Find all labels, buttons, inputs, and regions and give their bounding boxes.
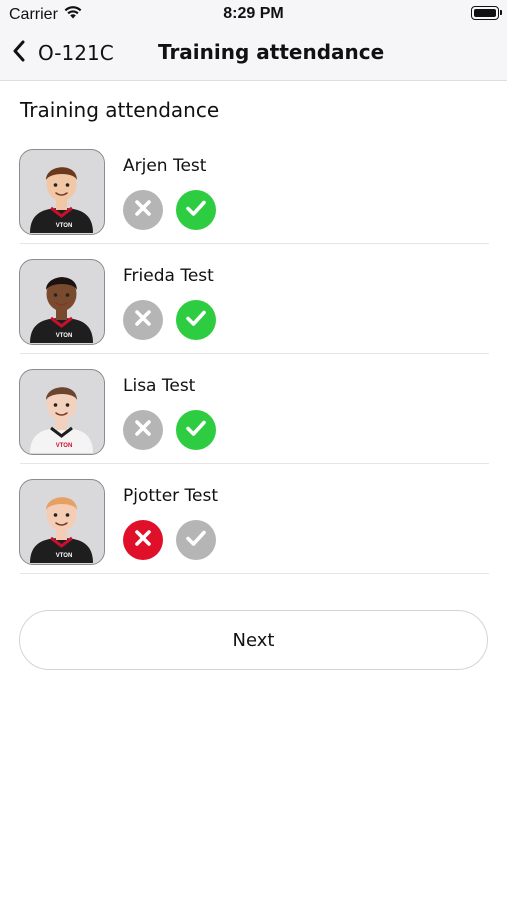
mark-absent-button[interactable] [123,410,163,450]
row-divider [20,573,489,574]
player-row: VTON Frieda Test [0,244,507,354]
mark-present-button[interactable] [176,300,216,340]
avatar: VTON [19,369,105,455]
mark-absent-button[interactable] [123,190,163,230]
next-button[interactable]: Next [19,610,488,670]
status-bar: Carrier 8:29 PM [0,0,507,28]
avatar-logo-text: VTON [56,443,73,449]
player-row: VTON Lisa Test [0,354,507,464]
avatar-logo-text: VTON [56,333,73,339]
close-icon [133,308,153,332]
avatar: VTON [19,149,105,235]
checkmark-icon [185,528,207,552]
mark-present-button[interactable] [176,520,216,560]
player-name: Pjotter Test [123,486,219,506]
close-icon [133,198,153,222]
player-name: Lisa Test [123,376,196,396]
navigation-bar: O-121C Training attendance [0,28,507,80]
checkmark-icon [185,198,207,222]
avatar-logo-text: VTON [56,223,73,229]
back-label: O-121C [38,41,114,65]
avatar: VTON [19,259,105,345]
mark-present-button[interactable] [176,410,216,450]
mark-absent-button[interactable] [123,520,163,560]
avatar: VTON [19,479,105,565]
checkmark-icon [185,308,207,332]
close-icon [133,528,153,552]
avatar-logo-text: VTON [56,553,73,559]
status-time: 8:29 PM [223,5,284,22]
player-name: Arjen Test [123,156,207,176]
player-name: Frieda Test [123,266,214,286]
close-icon [133,418,153,442]
checkmark-icon [185,418,207,442]
back-button[interactable]: O-121C [12,36,114,70]
player-row: VTON Pjotter Test [0,464,507,574]
section-title: Training attendance [20,98,220,122]
battery-icon [471,6,502,20]
player-list: VTON Arjen Test VTON Frieda Test VTON Li… [0,134,507,574]
chevron-left-icon [12,40,26,66]
page-title: Training attendance [158,40,385,64]
mark-absent-button[interactable] [123,300,163,340]
mark-present-button[interactable] [176,190,216,230]
player-row: VTON Arjen Test [0,134,507,244]
